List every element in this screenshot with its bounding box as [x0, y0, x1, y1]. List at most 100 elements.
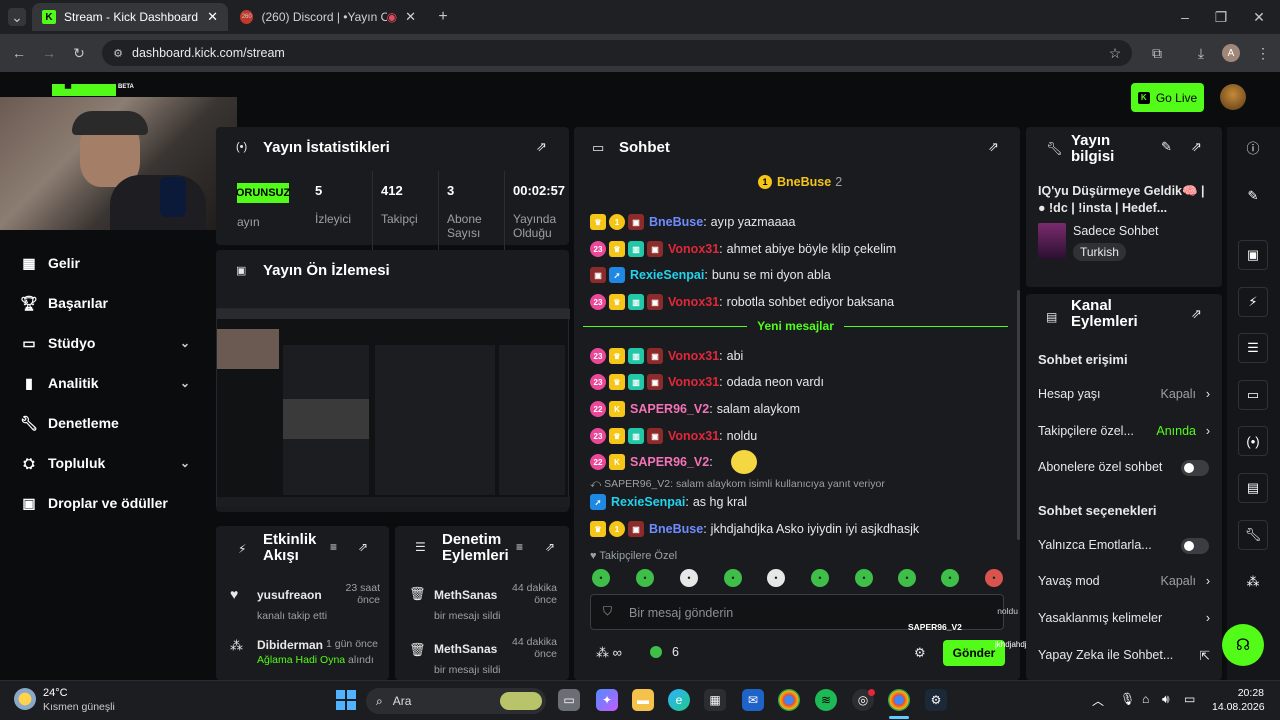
- reload-icon[interactable]: ↻: [70, 44, 88, 62]
- go-live-button[interactable]: K Go Live: [1131, 83, 1204, 112]
- chat-message[interactable]: ▣ ➚ RexieSenpai: bunu se mi dyon abla: [590, 264, 831, 286]
- popout-icon[interactable]: ⇗: [358, 540, 368, 554]
- bolt-icon[interactable]: ⚡︎: [1238, 287, 1268, 317]
- quick-emote-icon[interactable]: •: [680, 569, 698, 587]
- quick-emote-icon[interactable]: •: [985, 569, 1003, 587]
- spotify-icon[interactable]: ≋: [815, 689, 837, 711]
- pinned-gifter[interactable]: 1 BneBuse 2: [758, 175, 842, 189]
- tab-kick-dashboard[interactable]: K Stream - Kick Dashboard ✕: [32, 3, 228, 31]
- quick-emote-icon[interactable]: •: [724, 569, 742, 587]
- volume-icon[interactable]: 🔊︎: [1162, 692, 1170, 707]
- support-headset-icon[interactable]: ☊: [1222, 624, 1264, 666]
- tab-discord[interactable]: 260 (260) Discord | •Yayın O ◉ ✕: [230, 3, 426, 31]
- network-icon[interactable]: ⌂: [1142, 692, 1149, 706]
- clock-time[interactable]: 20:28: [1222, 687, 1264, 699]
- filter-icon[interactable]: ≡: [330, 540, 337, 554]
- tab-search-icon[interactable]: ⌄: [8, 8, 26, 26]
- close-window-icon[interactable]: ✕: [1250, 8, 1268, 26]
- community-icon[interactable]: ⁂: [1238, 567, 1268, 597]
- mail-icon[interactable]: ✉: [742, 689, 764, 711]
- store-icon[interactable]: ▦: [704, 689, 726, 711]
- nav-item-studyo[interactable]: ▭ Stüdyo ⌄: [20, 332, 200, 354]
- close-tab-icon[interactable]: ✕: [405, 9, 416, 25]
- filter-icon[interactable]: ≡: [516, 540, 523, 554]
- quick-emote-icon[interactable]: •: [855, 569, 873, 587]
- microphone-icon[interactable]: 🎙︎: [1120, 692, 1135, 706]
- chat-username[interactable]: Vonox31: [668, 429, 719, 443]
- quick-emote-icon[interactable]: •: [941, 569, 959, 587]
- activity-user[interactable]: Dibiderman: [257, 638, 323, 652]
- broadcast-icon[interactable]: (•): [1238, 426, 1268, 456]
- chat-username[interactable]: Vonox31: [668, 242, 719, 256]
- close-tab-icon[interactable]: ✕: [207, 9, 218, 25]
- preview-panel-icon[interactable]: ▣: [1238, 240, 1268, 270]
- nav-item-gelir[interactable]: ▦ Gelir: [20, 252, 80, 274]
- activity-user[interactable]: yusufreaon: [257, 588, 322, 602]
- category-name[interactable]: Sadece Sohbet: [1073, 224, 1159, 238]
- chrome-icon[interactable]: [778, 689, 800, 711]
- edit-pencil-icon[interactable]: ✎: [1238, 181, 1268, 211]
- chat-username[interactable]: RexieSenpai: [630, 268, 704, 282]
- setting-banned-words[interactable]: Yasaklanmış kelimeler ›: [1038, 608, 1210, 628]
- chat-message[interactable]: 22 K SAPER96_V2:: [590, 450, 757, 474]
- stream-preview-video[interactable]: [216, 308, 570, 507]
- chat-message[interactable]: ♛ 1 ▣ BneBuse: jkhdjahdjka Asko iyiydin iyi …: [590, 518, 919, 540]
- chat-username[interactable]: Vonox31: [668, 349, 719, 363]
- nav-item-basarilar[interactable]: 🏆︎ Başarılar: [20, 292, 108, 314]
- chat-message[interactable]: 23 ♛ ▥ ▣ Vonox31: ahmet abiye böyle klip çeke…: [590, 238, 896, 260]
- nav-item-topluluk[interactable]: ⛭ Topluluk ⌄: [20, 452, 200, 474]
- address-bar[interactable]: ⚙ dashboard.kick.com/stream ☆: [102, 40, 1132, 66]
- steam-icon[interactable]: ⚙: [925, 689, 947, 711]
- nav-item-analitik[interactable]: ▮ Analitik ⌄: [20, 372, 200, 394]
- chat-username[interactable]: SAPER96_V2: [630, 455, 709, 469]
- chrome-active-icon[interactable]: [888, 689, 910, 711]
- nav-item-droplar[interactable]: ▣ Droplar ve ödüller: [20, 492, 167, 514]
- kick-logo[interactable]: [52, 84, 116, 96]
- restore-icon[interactable]: ❐: [1212, 8, 1230, 26]
- setting-followers-only[interactable]: Takipçilere özel... Anında ›: [1038, 421, 1210, 441]
- minimize-icon[interactable]: –: [1176, 8, 1194, 26]
- edge-icon[interactable]: e: [668, 689, 690, 711]
- popout-icon[interactable]: ⇗: [1191, 139, 1202, 155]
- chat-username[interactable]: SAPER96_V2: [630, 402, 709, 416]
- wrench-icon[interactable]: 🔧︎: [1238, 520, 1268, 550]
- new-tab-icon[interactable]: +: [434, 8, 452, 26]
- weather-temp[interactable]: 24°C: [43, 687, 68, 699]
- emote-only-toggle[interactable]: [1181, 538, 1209, 554]
- chat-username[interactable]: BneBuse: [649, 215, 703, 229]
- quick-emote-icon[interactable]: •: [592, 569, 610, 587]
- popout-icon[interactable]: ⇗: [545, 540, 555, 554]
- site-info-icon[interactable]: ⚙: [110, 45, 126, 61]
- quick-emote-icon[interactable]: •: [767, 569, 785, 587]
- channel-points[interactable]: 6: [650, 645, 679, 659]
- menu-dots-icon[interactable]: ⋮: [1254, 44, 1272, 62]
- quick-emote-icon[interactable]: •: [811, 569, 829, 587]
- file-explorer-icon[interactable]: ▬: [632, 689, 654, 711]
- chat-message[interactable]: ♛ 1 ▣ BneBuse: ayıp yazmaaaa: [590, 211, 795, 233]
- chat-message[interactable]: ➚ RexieSenpai: as hg kral: [590, 491, 747, 513]
- forward-icon[interactable]: →: [40, 44, 58, 62]
- chat-message[interactable]: 22 K SAPER96_V2: salam alaykom: [590, 398, 800, 420]
- popout-icon[interactable]: ⇗: [1191, 306, 1202, 322]
- user-avatar[interactable]: [1220, 84, 1246, 110]
- edit-pencil-icon[interactable]: ✎: [1161, 139, 1172, 155]
- list-icon[interactable]: ☰: [1238, 333, 1268, 363]
- chat-scrollbar[interactable]: [1017, 290, 1020, 540]
- bookmark-star-icon[interactable]: ☆: [1106, 44, 1124, 62]
- nav-item-denetleme[interactable]: 🔧︎ Denetleme: [20, 412, 119, 434]
- chat-username[interactable]: Vonox31: [668, 295, 719, 309]
- chat-message[interactable]: 23 ♛ ▥ ▣ Vonox31: noldu: [590, 425, 757, 447]
- task-view-icon[interactable]: ▭: [558, 689, 580, 711]
- extensions-icon[interactable]: ⧉: [1148, 44, 1166, 62]
- taskbar-search[interactable]: ⌕ Ara: [366, 688, 546, 714]
- chat-bubble-icon[interactable]: ▭: [1238, 380, 1268, 410]
- moderator-user[interactable]: MethSanas: [434, 642, 497, 656]
- chat-username[interactable]: BneBuse: [649, 522, 703, 536]
- setting-ai-chat[interactable]: Yapay Zeka ile Sohbet... ⇱: [1038, 645, 1210, 665]
- downloads-icon[interactable]: ⤓: [1192, 44, 1210, 62]
- subscribers-only-toggle[interactable]: [1181, 460, 1209, 476]
- setting-slow-mode[interactable]: Yavaş mod Kapalı ›: [1038, 571, 1210, 591]
- info-icon[interactable]: ⓘ: [1238, 132, 1268, 162]
- back-icon[interactable]: ←: [10, 44, 28, 62]
- profile-avatar[interactable]: A: [1222, 44, 1240, 62]
